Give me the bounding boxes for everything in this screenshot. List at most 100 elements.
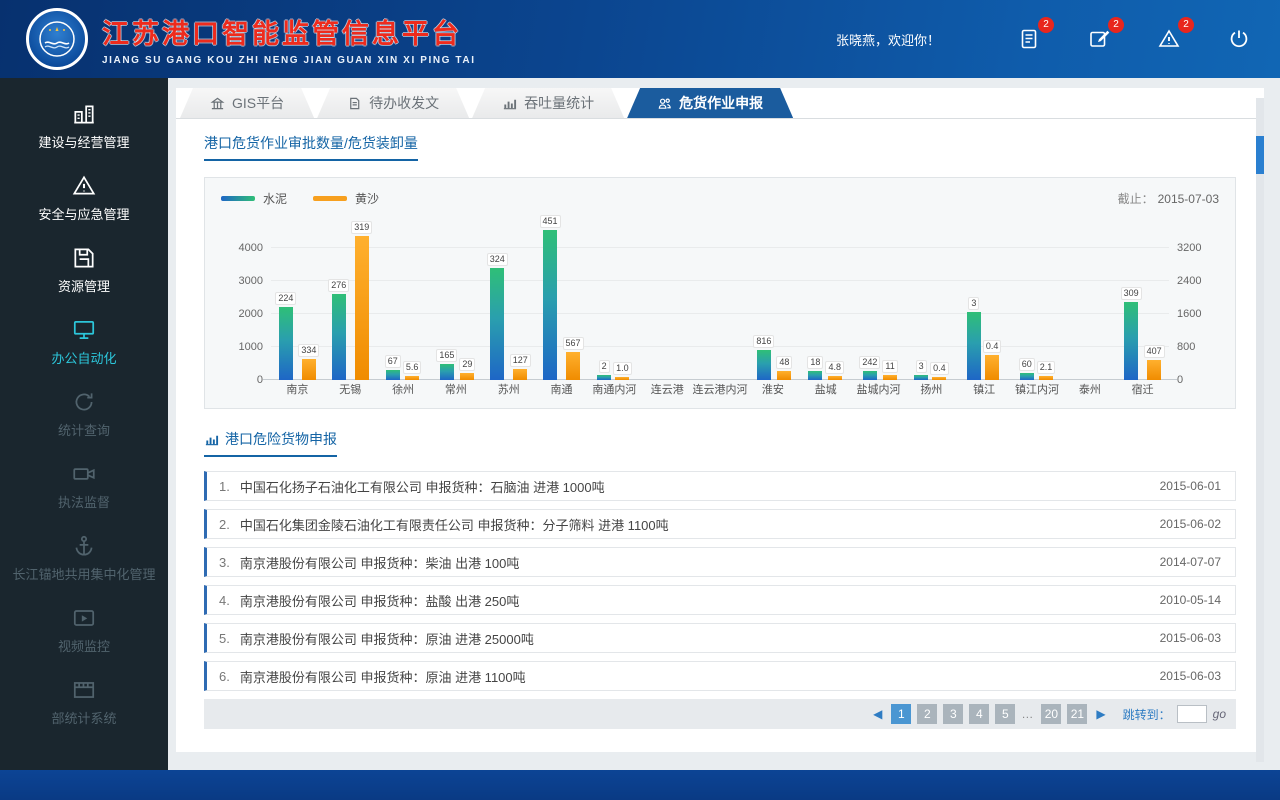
scrollbar-track[interactable] [1256,98,1264,762]
sand-bar [460,373,474,380]
report-row[interactable]: 3.南京港股份有限公司 申报货种：柴油 出港 100吨2014-07-07 [204,547,1236,577]
power-icon[interactable] [1224,24,1254,54]
bar-value-label: 165 [436,349,457,362]
sidebar-item-anchorage-management[interactable]: 长江锚地共用集中化管理 [0,522,168,594]
category-label: 镇江内河 [1015,380,1059,400]
row-date: 2010-05-14 [1160,593,1221,607]
main-area: GIS平台 待办收发文 吞吐量统计 [168,78,1280,770]
right-axis-tick: 0 [1177,374,1217,386]
sidebar-item-label: 办公自动化 [8,350,160,367]
memo-icon[interactable]: 2 [1014,24,1044,54]
bar-value-label: 224 [275,292,296,305]
sidebar-item-office-automation[interactable]: 办公自动化 [0,306,168,378]
building-icon [8,101,160,127]
page-button[interactable]: 21 [1067,704,1087,724]
logo [26,8,88,70]
legend-cement: 水泥 [221,190,287,207]
sidebar-item-safety[interactable]: 安全与应急管理 [0,162,168,234]
category-label: 宿迁 [1132,380,1154,400]
video-play-icon [8,605,160,631]
sidebar-item-resources[interactable]: 资源管理 [0,234,168,306]
as-of-value: 2015-07-03 [1158,192,1219,206]
bar-value-label: 5.6 [403,361,422,374]
report-row[interactable]: 1.中国石化扬子石油化工有限公司 申报货种：石脑油 进港 1000吨2015-0… [204,471,1236,501]
bar-group: 30.4扬州 [905,212,958,400]
list-chart-icon [204,432,219,447]
tab-throughput-stats[interactable]: 吞吐量统计 [472,88,624,118]
page-button[interactable]: 3 [943,704,963,724]
tab-todo-documents[interactable]: 待办收发文 [317,88,469,118]
prev-page-button[interactable]: ◀ [870,707,885,721]
category-label: 泰州 [1079,380,1101,400]
people-icon [657,96,672,111]
page-button[interactable]: 1 [891,704,911,724]
bar-value-label: 0.4 [983,340,1002,353]
sidebar-item-ministry-statistics[interactable]: 部统计系统 [0,666,168,738]
page-button[interactable]: 20 [1041,704,1061,724]
app-subtitle: JIANG SU GANG KOU ZHI NENG JIAN GUAN XIN… [102,55,476,66]
file-icon [347,96,362,111]
alert-badge: 2 [1178,17,1194,33]
page-button[interactable]: 5 [995,704,1015,724]
bar-group: 24211盐城内河 [852,212,905,400]
page-button[interactable]: 4 [969,704,989,724]
tab-dangerous-cargo[interactable]: 危货作业申报 [627,88,793,118]
sidebar-item-statistics-query[interactable]: 统计查询 [0,378,168,450]
row-text: 南京港股份有限公司 申报货种：原油 进港 25000吨 [240,629,534,648]
bar-group: 30.4镇江 [958,212,1011,400]
chart-section-title: 港口危货作业审批数量/危货装卸量 [204,133,418,153]
chart-section-link[interactable]: 港口危货作业审批数量/危货装卸量 [204,133,418,161]
bar-value-label: 816 [753,335,774,348]
bar-group: 泰州 [1063,212,1116,400]
sidebar-item-law-enforcement[interactable]: 执法监督 [0,450,168,522]
sand-bar [985,355,999,380]
bar-value-label: 334 [298,344,319,357]
category-label: 镇江 [973,380,995,400]
row-index: 2. [219,517,230,532]
sand-bar [355,236,369,380]
bar-value-label: 2.1 [1037,361,1056,374]
category-label: 常州 [445,380,467,400]
scrollbar-thumb[interactable] [1256,136,1264,174]
cement-bar [490,268,504,380]
pagination: ◀12345…2021▶跳转到：go [204,699,1236,729]
bar-value-label: 67 [385,355,401,368]
bar-groups: 224334南京276319无锡675.6徐州16529常州324127苏州45… [271,212,1169,400]
category-label: 连云港内河 [693,380,748,400]
page-button[interactable]: 2 [917,704,937,724]
go-button[interactable]: go [1213,707,1226,721]
bar-value-label: 324 [487,253,508,266]
report-row[interactable]: 2.中国石化集团金陵石油化工有限责任公司 申报货种：分子筛料 进港 1100吨2… [204,509,1236,539]
warning-icon [8,173,160,199]
sand-bar [777,371,791,380]
cement-bar [808,371,822,380]
row-index: 4. [219,593,230,608]
bar-value-label: 29 [459,358,475,371]
list-section-link[interactable]: 港口危险货物申报 [204,429,337,457]
bar-value-label: 4.8 [825,361,844,374]
row-date: 2014-07-07 [1160,555,1221,569]
next-page-button[interactable]: ▶ [1093,707,1108,721]
list-section-title: 港口危险货物申报 [225,429,337,449]
bar-group: 675.6徐州 [377,212,430,400]
report-row[interactable]: 5.南京港股份有限公司 申报货种：原油 进港 25000吨2015-06-03 [204,623,1236,653]
legend-label: 黄沙 [355,190,379,207]
alert-icon[interactable]: 2 [1154,24,1184,54]
tab-gis[interactable]: GIS平台 [180,88,314,118]
report-row[interactable]: 6.南京港股份有限公司 申报货种：原油 进港 1100吨2015-06-03 [204,661,1236,691]
row-date: 2015-06-03 [1160,631,1221,645]
sidebar-item-label: 部统计系统 [8,710,160,727]
category-label: 盐城内河 [857,380,901,400]
compose-icon[interactable]: 2 [1084,24,1114,54]
sidebar-item-label: 安全与应急管理 [8,206,160,223]
report-row[interactable]: 4.南京港股份有限公司 申报货种：盐酸 出港 250吨2010-05-14 [204,585,1236,615]
monitor-icon [8,317,160,343]
cement-bar [1020,373,1034,380]
sidebar-item-video-monitoring[interactable]: 视频监控 [0,594,168,666]
bar-value-label: 451 [540,215,561,228]
jump-input[interactable] [1177,705,1207,723]
sidebar-item-construction[interactable]: 建设与经营管理 [0,90,168,162]
bar-value-label: 18 [807,356,823,369]
bar-group: 451567南通 [535,212,588,400]
sidebar-item-label: 建设与经营管理 [8,134,160,151]
